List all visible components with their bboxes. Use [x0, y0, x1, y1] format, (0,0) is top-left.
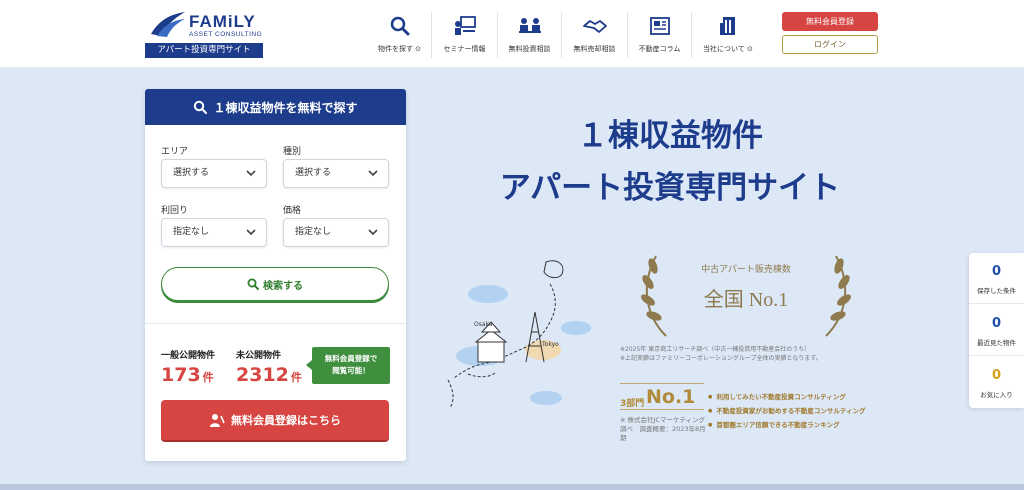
price-select-value: 指定なし — [295, 227, 332, 237]
award-caption: 中古アパート販売棟数 — [701, 265, 791, 275]
nav-item-search[interactable]: 物件を探す ⊙ — [368, 12, 432, 58]
chevron-down-icon — [368, 229, 378, 236]
nav-label: 当社について ⊙ — [703, 45, 753, 53]
main-nav: 物件を探す ⊙ セミナー情報 無料投資相談 無料売却相談 不動産コラム 当社につ… — [368, 12, 764, 58]
search-panel-header: １棟収益物件を無料で探す — [145, 89, 406, 125]
hero-title: １棟収益物件 アパート投資専門サイト — [420, 110, 920, 214]
search-panel-title: １棟収益物件を無料で探す — [213, 100, 358, 115]
ranking-item: 首都圏エリア信頼できる不動産ランキング — [708, 418, 908, 432]
search-icon — [194, 100, 208, 114]
handshake-icon — [582, 20, 607, 33]
yield-select[interactable]: 指定なし — [161, 218, 267, 247]
site-header: FAMiLY ASSET CONSULTING アパート投資専門サイト 物件を探… — [0, 0, 1024, 68]
panel-divider — [145, 323, 406, 324]
recently-viewed-item[interactable]: 0 最近見た物件 — [969, 305, 1024, 356]
logo-swoosh-icon — [151, 12, 185, 37]
count-unit: 件 — [290, 371, 302, 384]
saved-conditions-item[interactable]: 0 保存した条件 — [969, 253, 1024, 304]
recently-viewed-count: 0 — [991, 316, 1002, 331]
saved-conditions-label: 保存した条件 — [977, 287, 1016, 295]
building-icon — [720, 17, 735, 35]
nav-label: 無料売却相談 — [573, 45, 616, 53]
ranking-badge: 3部門 No.1 — [620, 383, 704, 410]
ranking-item: 不動産投資家がお勧めする不動産コンサルティング — [708, 404, 908, 418]
logo-name: FAMiLY — [189, 12, 256, 31]
ranking-source: ※ 株式会社JCマーケティング調べ 調査概要：2023年8月期 — [620, 416, 706, 442]
nav-item-column[interactable]: 不動産コラム — [628, 12, 692, 58]
nav-item-about[interactable]: 当社について ⊙ — [692, 12, 764, 58]
private-listings-count: 2312 件 — [236, 364, 302, 386]
price-select[interactable]: 指定なし — [283, 218, 389, 247]
nav-label: 物件を探す ⊙ — [377, 45, 422, 53]
type-select-value: 選択する — [295, 168, 332, 178]
property-search-panel: １棟収益物件を無料で探す エリア 選択する 種別 選択する 利回り 指定なし 価… — [145, 89, 406, 461]
chevron-down-icon — [368, 170, 378, 177]
login-button[interactable]: ログイン — [782, 35, 878, 54]
favorites-count: 0 — [991, 368, 1002, 383]
favorites-item[interactable]: 0 お気に入り — [969, 357, 1024, 408]
map-label-osaka: Osaka — [474, 321, 493, 328]
award-note-line2: ※上記実績はファミリーコーポレーショングループ全体の実績となります。 — [620, 355, 822, 362]
consultation-icon — [518, 18, 541, 33]
type-select[interactable]: 選択する — [283, 159, 389, 188]
chevron-down-icon — [246, 229, 256, 236]
nav-item-seminar[interactable]: セミナー情報 — [432, 12, 498, 58]
member-register-button[interactable]: 無料会員登録はこちら — [161, 400, 389, 440]
user-activity-widget: 0 保存した条件 0 最近見た物件 0 お気に入り — [969, 253, 1024, 408]
search-button[interactable]: 検索する — [161, 267, 389, 301]
hero-title-line2: アパート投資専門サイト — [499, 170, 841, 206]
chevron-down-icon — [246, 170, 256, 177]
yield-label: 利回り — [161, 206, 189, 216]
award-title: 全国 No.1 — [703, 289, 789, 311]
hero-title-line1: １棟収益物件 — [577, 118, 763, 154]
column-icon — [649, 17, 670, 35]
user-register-icon — [210, 414, 225, 427]
price-label: 価格 — [283, 206, 302, 216]
count-unit: 件 — [202, 371, 214, 384]
site-logo[interactable]: FAMiLY ASSET CONSULTING アパート投資専門サイト — [145, 10, 263, 58]
member-badge-line2: 閲覧可能！ — [332, 366, 370, 375]
search-icon — [247, 278, 259, 290]
yield-select-value: 指定なし — [173, 227, 210, 237]
public-listings-label: 一般公開物件 — [161, 351, 216, 361]
saved-conditions-count: 0 — [991, 264, 1002, 279]
private-listings-label: 未公開物件 — [236, 351, 282, 361]
member-register-label: 無料会員登録はこちら — [231, 414, 341, 427]
favorites-label: お気に入り — [980, 391, 1013, 399]
nav-item-sale-consult[interactable]: 無料売却相談 — [562, 12, 628, 58]
member-benefit-badge: 無料会員登録で 閲覧可能！ — [306, 347, 390, 384]
recently-viewed-label: 最近見た物件 — [977, 339, 1016, 347]
nav-label: 無料投資相談 — [508, 45, 551, 53]
nav-label: 不動産コラム — [638, 45, 681, 53]
ranking-no1: No.1 — [646, 386, 696, 408]
ranking-item: 利用してみたい不動産投資コンサルティング — [708, 390, 908, 404]
public-count-value: 173 — [161, 364, 201, 386]
type-label: 種別 — [283, 147, 302, 157]
japan-map-illustration: Osaka Tokyo — [447, 260, 591, 409]
nav-label: セミナー情報 — [443, 45, 486, 53]
ranking-prefix: 3部門 — [620, 399, 645, 409]
seminar-icon — [454, 16, 476, 35]
search-icon — [390, 16, 409, 36]
nav-item-investment-consult[interactable]: 無料投資相談 — [498, 12, 562, 58]
register-button[interactable]: 無料会員登録 — [782, 12, 878, 31]
award-note-line1: ※2025年 東京商工リサーチ調べ（中古一棟投資用不動産会社のうち） — [620, 346, 811, 353]
member-badge-line1: 無料会員登録で — [324, 354, 378, 363]
map-label-tokyo: Tokyo — [541, 341, 559, 348]
private-count-value: 2312 — [236, 364, 289, 386]
area-select[interactable]: 選択する — [161, 159, 267, 188]
award-footnote: ※2025年 東京商工リサーチ調べ（中古一棟投資用不動産会社のうち） ※上記実績… — [620, 345, 900, 363]
logo-subtitle: ASSET CONSULTING — [189, 31, 263, 38]
area-select-value: 選択する — [173, 168, 210, 178]
area-label: エリア — [161, 147, 189, 157]
page-bottom-edge — [0, 484, 1024, 490]
ranking-list: 利用してみたい不動産投資コンサルティング 不動産投資家がお勧めする不動産コンサル… — [708, 390, 908, 432]
logo-tagline: アパート投資専門サイト — [145, 43, 263, 58]
public-listings-count: 173 件 — [161, 364, 214, 386]
search-button-label: 検索する — [263, 280, 303, 292]
